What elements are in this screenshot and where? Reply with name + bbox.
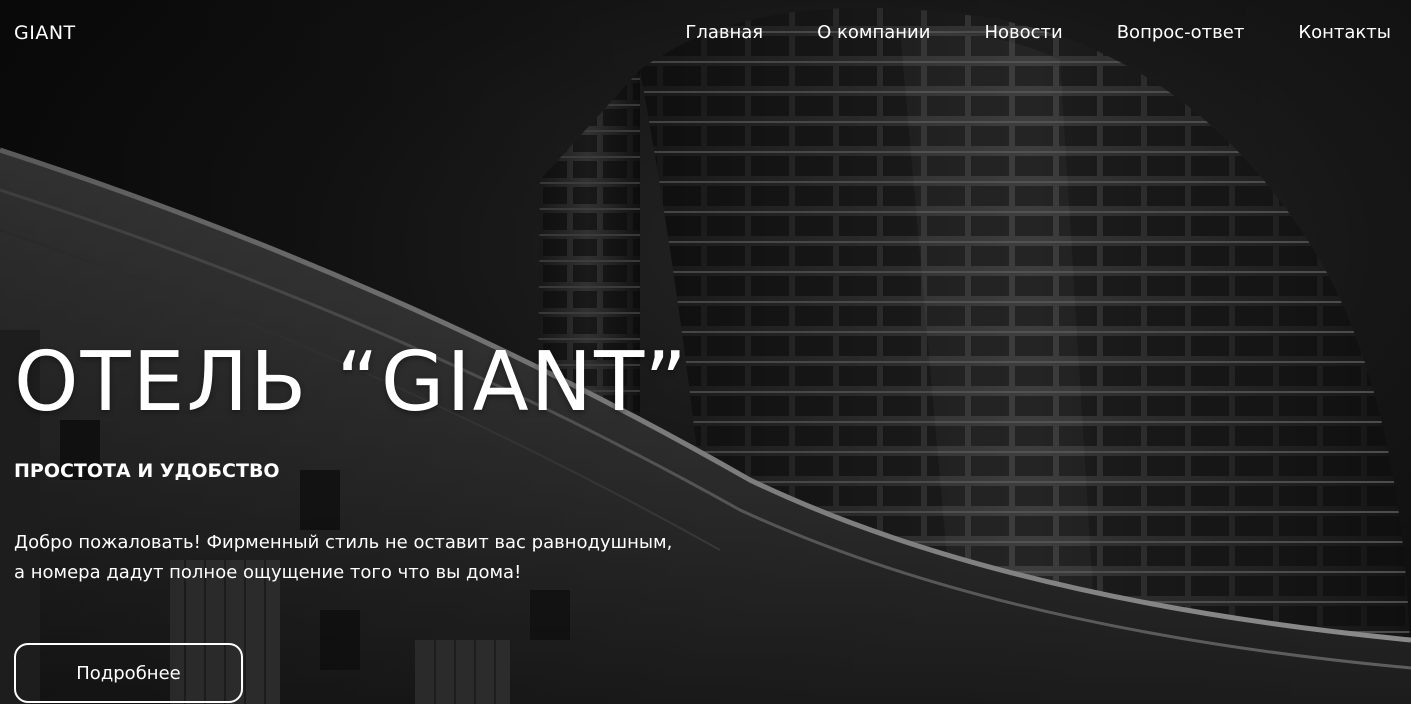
site-logo[interactable]: GIANT (14, 22, 76, 44)
hero-description: Добро пожаловать! Фирменный стиль не ост… (14, 528, 672, 588)
nav-item-contacts[interactable]: Контакты (1298, 22, 1391, 43)
hero-description-line-2: а номера дадут полное ощущение того что … (14, 562, 522, 583)
nav-item-news[interactable]: Новости (984, 22, 1062, 43)
hero-subtitle: ПРОСТОТА И УДОБСТВО (14, 460, 280, 482)
nav-item-faq[interactable]: Вопрос-ответ (1117, 22, 1245, 43)
more-button[interactable]: Подробнее (14, 643, 243, 703)
nav-item-about[interactable]: О компании (817, 22, 930, 43)
hero-description-line-1: Добро пожаловать! Фирменный стиль не ост… (14, 532, 673, 553)
hero-title: ОТЕЛЬ “GIANT” (14, 335, 689, 430)
nav-item-home[interactable]: Главная (685, 22, 763, 43)
main-nav: Главная О компании Новости Вопрос-ответ … (685, 22, 1391, 43)
